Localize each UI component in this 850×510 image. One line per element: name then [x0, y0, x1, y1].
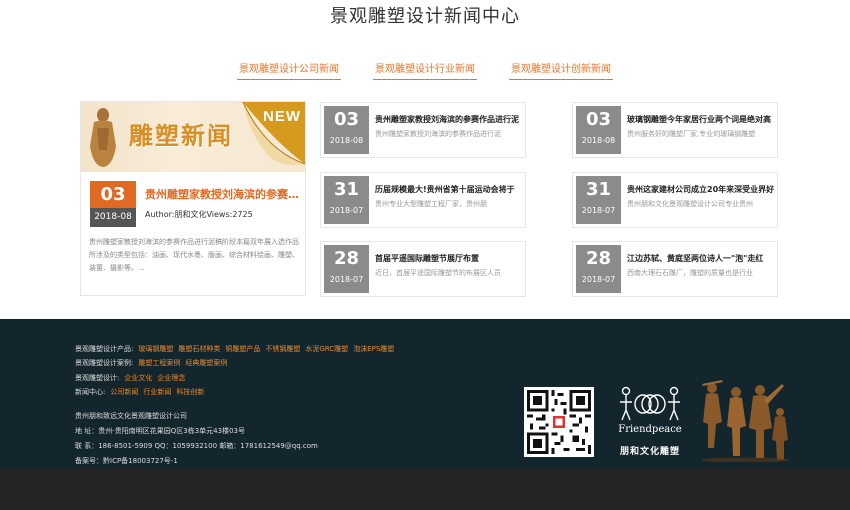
footer-link[interactable]: 公司新闻	[110, 388, 138, 396]
featured-year-month: 2018-08	[90, 208, 136, 227]
footer-row-label: 景观雕塑设计:	[75, 374, 120, 382]
featured-meta: Author:朋和文化Views:2725	[145, 210, 253, 219]
news-tabs: 景观雕塑设计公司新闻 景观雕塑设计行业新闻 景观雕塑设计创新新闻	[0, 60, 850, 80]
featured-day: 03	[90, 181, 136, 208]
footer-link[interactable]: 水泥GRC雕塑	[305, 345, 348, 353]
logo-chinese-name: 朋和文化雕塑	[619, 447, 680, 457]
news-date-box: 31 2018-07	[576, 176, 621, 224]
news-year-month: 2018-07	[329, 275, 364, 284]
footer-design-row: 景观雕塑设计: 企业文化 企业理念	[75, 373, 185, 383]
tab-company-news[interactable]: 景观雕塑设计公司新闻	[237, 60, 341, 80]
brand-logo: Friendpeace 朋和文化雕塑	[610, 384, 690, 460]
news-date-box: 31 2018-07	[324, 176, 369, 224]
statue-silhouette-icon	[90, 108, 116, 167]
footer-link[interactable]: 雕塑工程案例	[138, 359, 180, 367]
footer-link[interactable]: 玻璃钢雕塑	[138, 345, 173, 353]
footer-company-name: 贵州朋和致远文化景观雕塑设计公司	[75, 412, 187, 420]
news-item[interactable]: 03 2018-08 贵州雕塑家教授刘海滨的参赛作品进行泥 贵州雕塑家教授刘海滨…	[320, 102, 526, 158]
news-day: 03	[333, 109, 360, 130]
featured-title-link[interactable]: 贵州雕塑家教授刘海滨的参赛作...	[145, 186, 301, 202]
news-summary: 西南大理石石雕厂，雕塑的质量也是行业	[627, 269, 753, 277]
news-banner-image: 雕塑新闻 雕塑新闻 NEW	[81, 102, 305, 172]
featured-date-box: 03 2018-08	[90, 181, 136, 227]
tab-innovation-news[interactable]: 景观雕塑设计创新新闻	[509, 60, 613, 80]
news-day: 31	[585, 179, 612, 200]
bronze-sculpture-icon	[701, 380, 789, 462]
footer-link[interactable]: 行业新闻	[143, 388, 171, 396]
section-title: 景观雕塑设计新闻中心	[330, 6, 520, 27]
friendpeace-people-icon	[620, 386, 680, 421]
news-date-box: 03 2018-08	[576, 106, 621, 154]
news-center-page: 景观雕塑设计新闻中心 景观雕塑设计公司新闻 景观雕塑设计行业新闻 景观雕塑设计创…	[0, 0, 850, 510]
new-badge: NEW	[263, 108, 301, 125]
news-day: 03	[585, 109, 612, 130]
news-summary: 贵州服务好的雕塑厂家,专业的玻璃钢雕塑	[627, 130, 756, 138]
footer-link[interactable]: 科技创新	[176, 388, 204, 396]
news-title-link[interactable]: 江边苏轼、黄庭坚两位诗人一"泡"走红	[627, 253, 774, 264]
news-item[interactable]: 28 2018-07 江边苏轼、黄庭坚两位诗人一"泡"走红 西南大理石石雕厂，雕…	[572, 241, 778, 297]
footer-link[interactable]: 企业理念	[157, 374, 185, 382]
news-year-month: 2018-07	[581, 275, 616, 284]
news-summary: 近日，首届平遥国际雕塑节的布展区人员	[375, 269, 501, 277]
news-title-link[interactable]: 贵州这家建材公司成立20年来深受业界好	[627, 184, 774, 195]
news-title-link[interactable]: 玻璃钢雕塑今年家居行业两个词是绝对高	[627, 114, 774, 125]
news-title-link[interactable]: 贵州雕塑家教授刘海滨的参赛作品进行泥	[375, 114, 522, 125]
news-year-month: 2018-08	[581, 136, 616, 145]
news-year-month: 2018-07	[581, 206, 616, 215]
logo-english-name: Friendpeace	[618, 424, 682, 435]
footer-link[interactable]: 企业文化	[124, 374, 152, 382]
featured-news-card[interactable]: 雕塑新闻 雕塑新闻 NEW 03 2018-08 贵州雕塑家教授刘海滨的参赛作.…	[80, 101, 306, 296]
tab-industry-news[interactable]: 景观雕塑设计行业新闻	[373, 60, 477, 80]
footer-address: 地 址：贵州-贵阳南明区花果园Q区3栋3单元43楼03号	[75, 427, 245, 435]
footer-row-label: 景观雕塑设计案例:	[75, 359, 134, 367]
footer-link[interactable]: 铜雕塑产品	[225, 345, 260, 353]
news-date-box: 28 2018-07	[324, 245, 369, 293]
footer-icp[interactable]: 备案号：黔ICP备18003727号-1	[75, 456, 178, 466]
featured-description: 贵州雕塑家教授刘海滨的参赛作品进行泥稿阶段本篇双年展入选作品所涉及的类型包括：油…	[89, 238, 299, 272]
news-item[interactable]: 31 2018-07 贵州这家建材公司成立20年来深受业界好 贵州朋和文化景观雕…	[572, 172, 778, 228]
news-item[interactable]: 31 2018-07 历届规模最大!贵州省第十届运动会将于 贵州专业大型雕塑工程…	[320, 172, 526, 228]
qr-code-graphic	[527, 390, 591, 454]
news-day: 28	[585, 248, 612, 269]
footer-link[interactable]: 雕塑石材种类	[178, 345, 220, 353]
footer-link[interactable]: 经典雕塑案例	[185, 359, 227, 367]
footer-link[interactable]: 不锈钢雕塑	[265, 345, 300, 353]
news-year-month: 2018-07	[329, 206, 364, 215]
news-day: 31	[333, 179, 360, 200]
news-date-box: 28 2018-07	[576, 245, 621, 293]
news-year-month: 2018-08	[329, 136, 364, 145]
news-title-link[interactable]: 首届平遥国际雕塑节展厅布置	[375, 253, 522, 264]
news-item[interactable]: 28 2018-07 首届平遥国际雕塑节展厅布置 近日，首届平遥国际雕塑节的布展…	[320, 241, 526, 297]
news-summary: 贵州朋和文化景观雕塑设计公司专业贵州	[627, 200, 753, 208]
news-day: 28	[333, 248, 360, 269]
news-item[interactable]: 03 2018-08 玻璃钢雕塑今年家居行业两个词是绝对高 贵州服务好的雕塑厂家…	[572, 102, 778, 158]
banner-heading-reflection: 雕塑新闻	[129, 123, 233, 141]
footer-link[interactable]: 泡沫EPS雕塑	[353, 345, 394, 353]
footer-products-row: 景观雕塑设计产品: 玻璃钢雕塑 雕塑石材种类 铜雕塑产品 不锈钢雕塑 水泥GRC雕塑 泡沫E…	[75, 344, 394, 354]
news-summary: 贵州雕塑家教授刘海滨的参赛作品进行泥	[375, 130, 501, 138]
footer-row-label: 新闻中心:	[75, 388, 106, 396]
qr-code-icon	[524, 387, 594, 457]
footer-contact: 联 系：186-8501-5909 QQ：1059932100 邮箱：17816…	[75, 442, 318, 450]
footer-cases-row: 景观雕塑设计案例: 雕塑工程案例 经典雕塑案例	[75, 358, 227, 368]
footer-bottom-bar	[0, 468, 850, 510]
news-summary: 贵州专业大型雕塑工程厂家，贵州朋	[375, 200, 487, 208]
news-date-box: 03 2018-08	[324, 106, 369, 154]
footer-news-row: 新闻中心: 公司新闻 行业新闻 科技创新	[75, 387, 204, 397]
news-title-link[interactable]: 历届规模最大!贵州省第十届运动会将于	[375, 184, 522, 195]
footer-row-label: 景观雕塑设计产品:	[75, 345, 134, 353]
